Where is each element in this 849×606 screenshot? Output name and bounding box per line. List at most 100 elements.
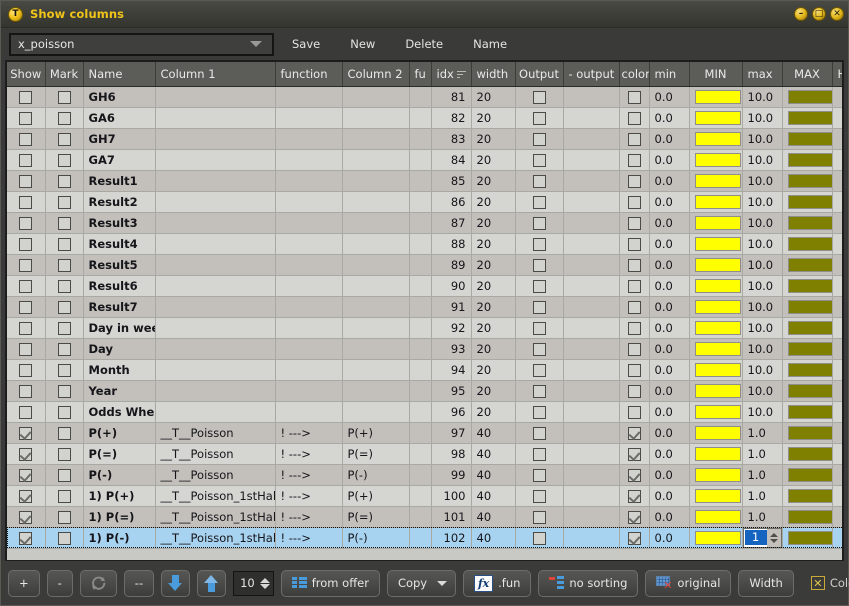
- min-color-swatch[interactable]: [695, 510, 741, 524]
- cell-column2[interactable]: [342, 296, 409, 317]
- color-checkbox[interactable]: [628, 469, 641, 482]
- cell-min-swatch[interactable]: [689, 464, 742, 485]
- cell-color[interactable]: [619, 338, 649, 359]
- cell-column1[interactable]: [155, 107, 275, 128]
- cell-min-swatch[interactable]: [689, 422, 742, 443]
- cell-idx[interactable]: 92: [431, 317, 471, 338]
- cell-width[interactable]: 20: [471, 338, 515, 359]
- cell-function[interactable]: ! --->: [275, 422, 342, 443]
- cell-mark[interactable]: [45, 212, 83, 233]
- mark-checkbox[interactable]: [58, 112, 71, 125]
- cell-width[interactable]: 20: [471, 401, 515, 422]
- cell-show[interactable]: [7, 275, 45, 296]
- table-row[interactable]: 1) P(=)__T__Poisson_1stHalf! --->P(=)101…: [7, 506, 844, 527]
- output-checkbox[interactable]: [533, 427, 546, 440]
- cell-output[interactable]: [515, 212, 563, 233]
- min-color-swatch[interactable]: [695, 216, 741, 230]
- cell-column2[interactable]: [342, 191, 409, 212]
- cell-output[interactable]: [515, 380, 563, 401]
- cell-hint[interactable]: [832, 506, 844, 527]
- cell-idx[interactable]: 81: [431, 86, 471, 107]
- cell-hint[interactable]: [832, 359, 844, 380]
- cell-idx[interactable]: 97: [431, 422, 471, 443]
- cell-width[interactable]: 20: [471, 170, 515, 191]
- cell-mark[interactable]: [45, 107, 83, 128]
- cell-min-swatch[interactable]: [689, 107, 742, 128]
- cell-output[interactable]: [515, 149, 563, 170]
- cell-hint[interactable]: [832, 170, 844, 191]
- name-button[interactable]: Name: [461, 33, 519, 55]
- cell-min[interactable]: 0.0: [649, 296, 689, 317]
- mark-checkbox[interactable]: [58, 133, 71, 146]
- cell-function[interactable]: ! --->: [275, 464, 342, 485]
- cell-max-editor[interactable]: 1: [742, 527, 782, 548]
- cell-color[interactable]: [619, 254, 649, 275]
- cell-mark[interactable]: [45, 485, 83, 506]
- cell-color[interactable]: [619, 485, 649, 506]
- show-checkbox[interactable]: [19, 133, 32, 146]
- cell-min[interactable]: 0.0: [649, 233, 689, 254]
- cell-function2[interactable]: [409, 422, 431, 443]
- cell-function2[interactable]: [409, 380, 431, 401]
- cell-max[interactable]: 1.0: [742, 422, 782, 443]
- color-checkbox[interactable]: [628, 532, 641, 545]
- cell-function[interactable]: [275, 317, 342, 338]
- min-color-swatch[interactable]: [695, 279, 741, 293]
- cell-column2[interactable]: [342, 275, 409, 296]
- output-checkbox[interactable]: [533, 406, 546, 419]
- cell-name[interactable]: GH6: [83, 86, 155, 107]
- mark-checkbox[interactable]: [58, 511, 71, 524]
- cell-idx[interactable]: 95: [431, 380, 471, 401]
- cell-max-swatch[interactable]: [782, 296, 832, 317]
- cell-show[interactable]: [7, 380, 45, 401]
- column-header-name[interactable]: Name: [83, 62, 155, 86]
- cell-max-swatch[interactable]: [782, 86, 832, 107]
- output-checkbox[interactable]: [533, 532, 546, 545]
- cell-hint[interactable]: [832, 107, 844, 128]
- table-row[interactable]: Result387200.010.0: [7, 212, 844, 233]
- max-stepper[interactable]: 1: [743, 528, 782, 548]
- max-color-swatch[interactable]: [788, 153, 833, 167]
- cell-name[interactable]: 1) P(=): [83, 506, 155, 527]
- cell-mark[interactable]: [45, 338, 83, 359]
- show-checkbox[interactable]: [19, 112, 32, 125]
- preset-select[interactable]: x_poisson: [9, 33, 274, 56]
- cell-min-swatch[interactable]: [689, 275, 742, 296]
- cell-hint[interactable]: [832, 317, 844, 338]
- cell-name[interactable]: Result6: [83, 275, 155, 296]
- cell-function[interactable]: [275, 191, 342, 212]
- cell-idx[interactable]: 100: [431, 485, 471, 506]
- min-color-swatch[interactable]: [695, 153, 741, 167]
- cell-color[interactable]: [619, 107, 649, 128]
- min-color-swatch[interactable]: [695, 489, 741, 503]
- max-color-swatch[interactable]: [788, 363, 833, 377]
- cell-show[interactable]: [7, 128, 45, 149]
- cell-output[interactable]: [515, 107, 563, 128]
- cell-min[interactable]: 0.0: [649, 149, 689, 170]
- cell-column2[interactable]: [342, 233, 409, 254]
- cell-hint[interactable]: [832, 401, 844, 422]
- cell-min[interactable]: 0.0: [649, 107, 689, 128]
- cell-name[interactable]: Month: [83, 359, 155, 380]
- cell-show[interactable]: [7, 233, 45, 254]
- cell-width[interactable]: 20: [471, 107, 515, 128]
- table-row[interactable]: GH783200.010.0: [7, 128, 844, 149]
- cell-neg-output[interactable]: [563, 422, 619, 443]
- table-row[interactable]: GA682200.010.0: [7, 107, 844, 128]
- cell-color[interactable]: [619, 296, 649, 317]
- cell-mark[interactable]: [45, 422, 83, 443]
- cell-column2[interactable]: [342, 380, 409, 401]
- cell-output[interactable]: [515, 506, 563, 527]
- cell-output[interactable]: [515, 359, 563, 380]
- remove-row-button[interactable]: -: [47, 570, 73, 597]
- from-offer-button[interactable]: from offer: [281, 570, 380, 597]
- cell-neg-output[interactable]: [563, 317, 619, 338]
- output-checkbox[interactable]: [533, 259, 546, 272]
- min-color-swatch[interactable]: [695, 321, 741, 335]
- cell-column1[interactable]: [155, 401, 275, 422]
- new-button[interactable]: New: [338, 33, 387, 55]
- output-checkbox[interactable]: [533, 91, 546, 104]
- cell-max[interactable]: 10.0: [742, 380, 782, 401]
- cell-min[interactable]: 0.0: [649, 380, 689, 401]
- cell-output[interactable]: [515, 443, 563, 464]
